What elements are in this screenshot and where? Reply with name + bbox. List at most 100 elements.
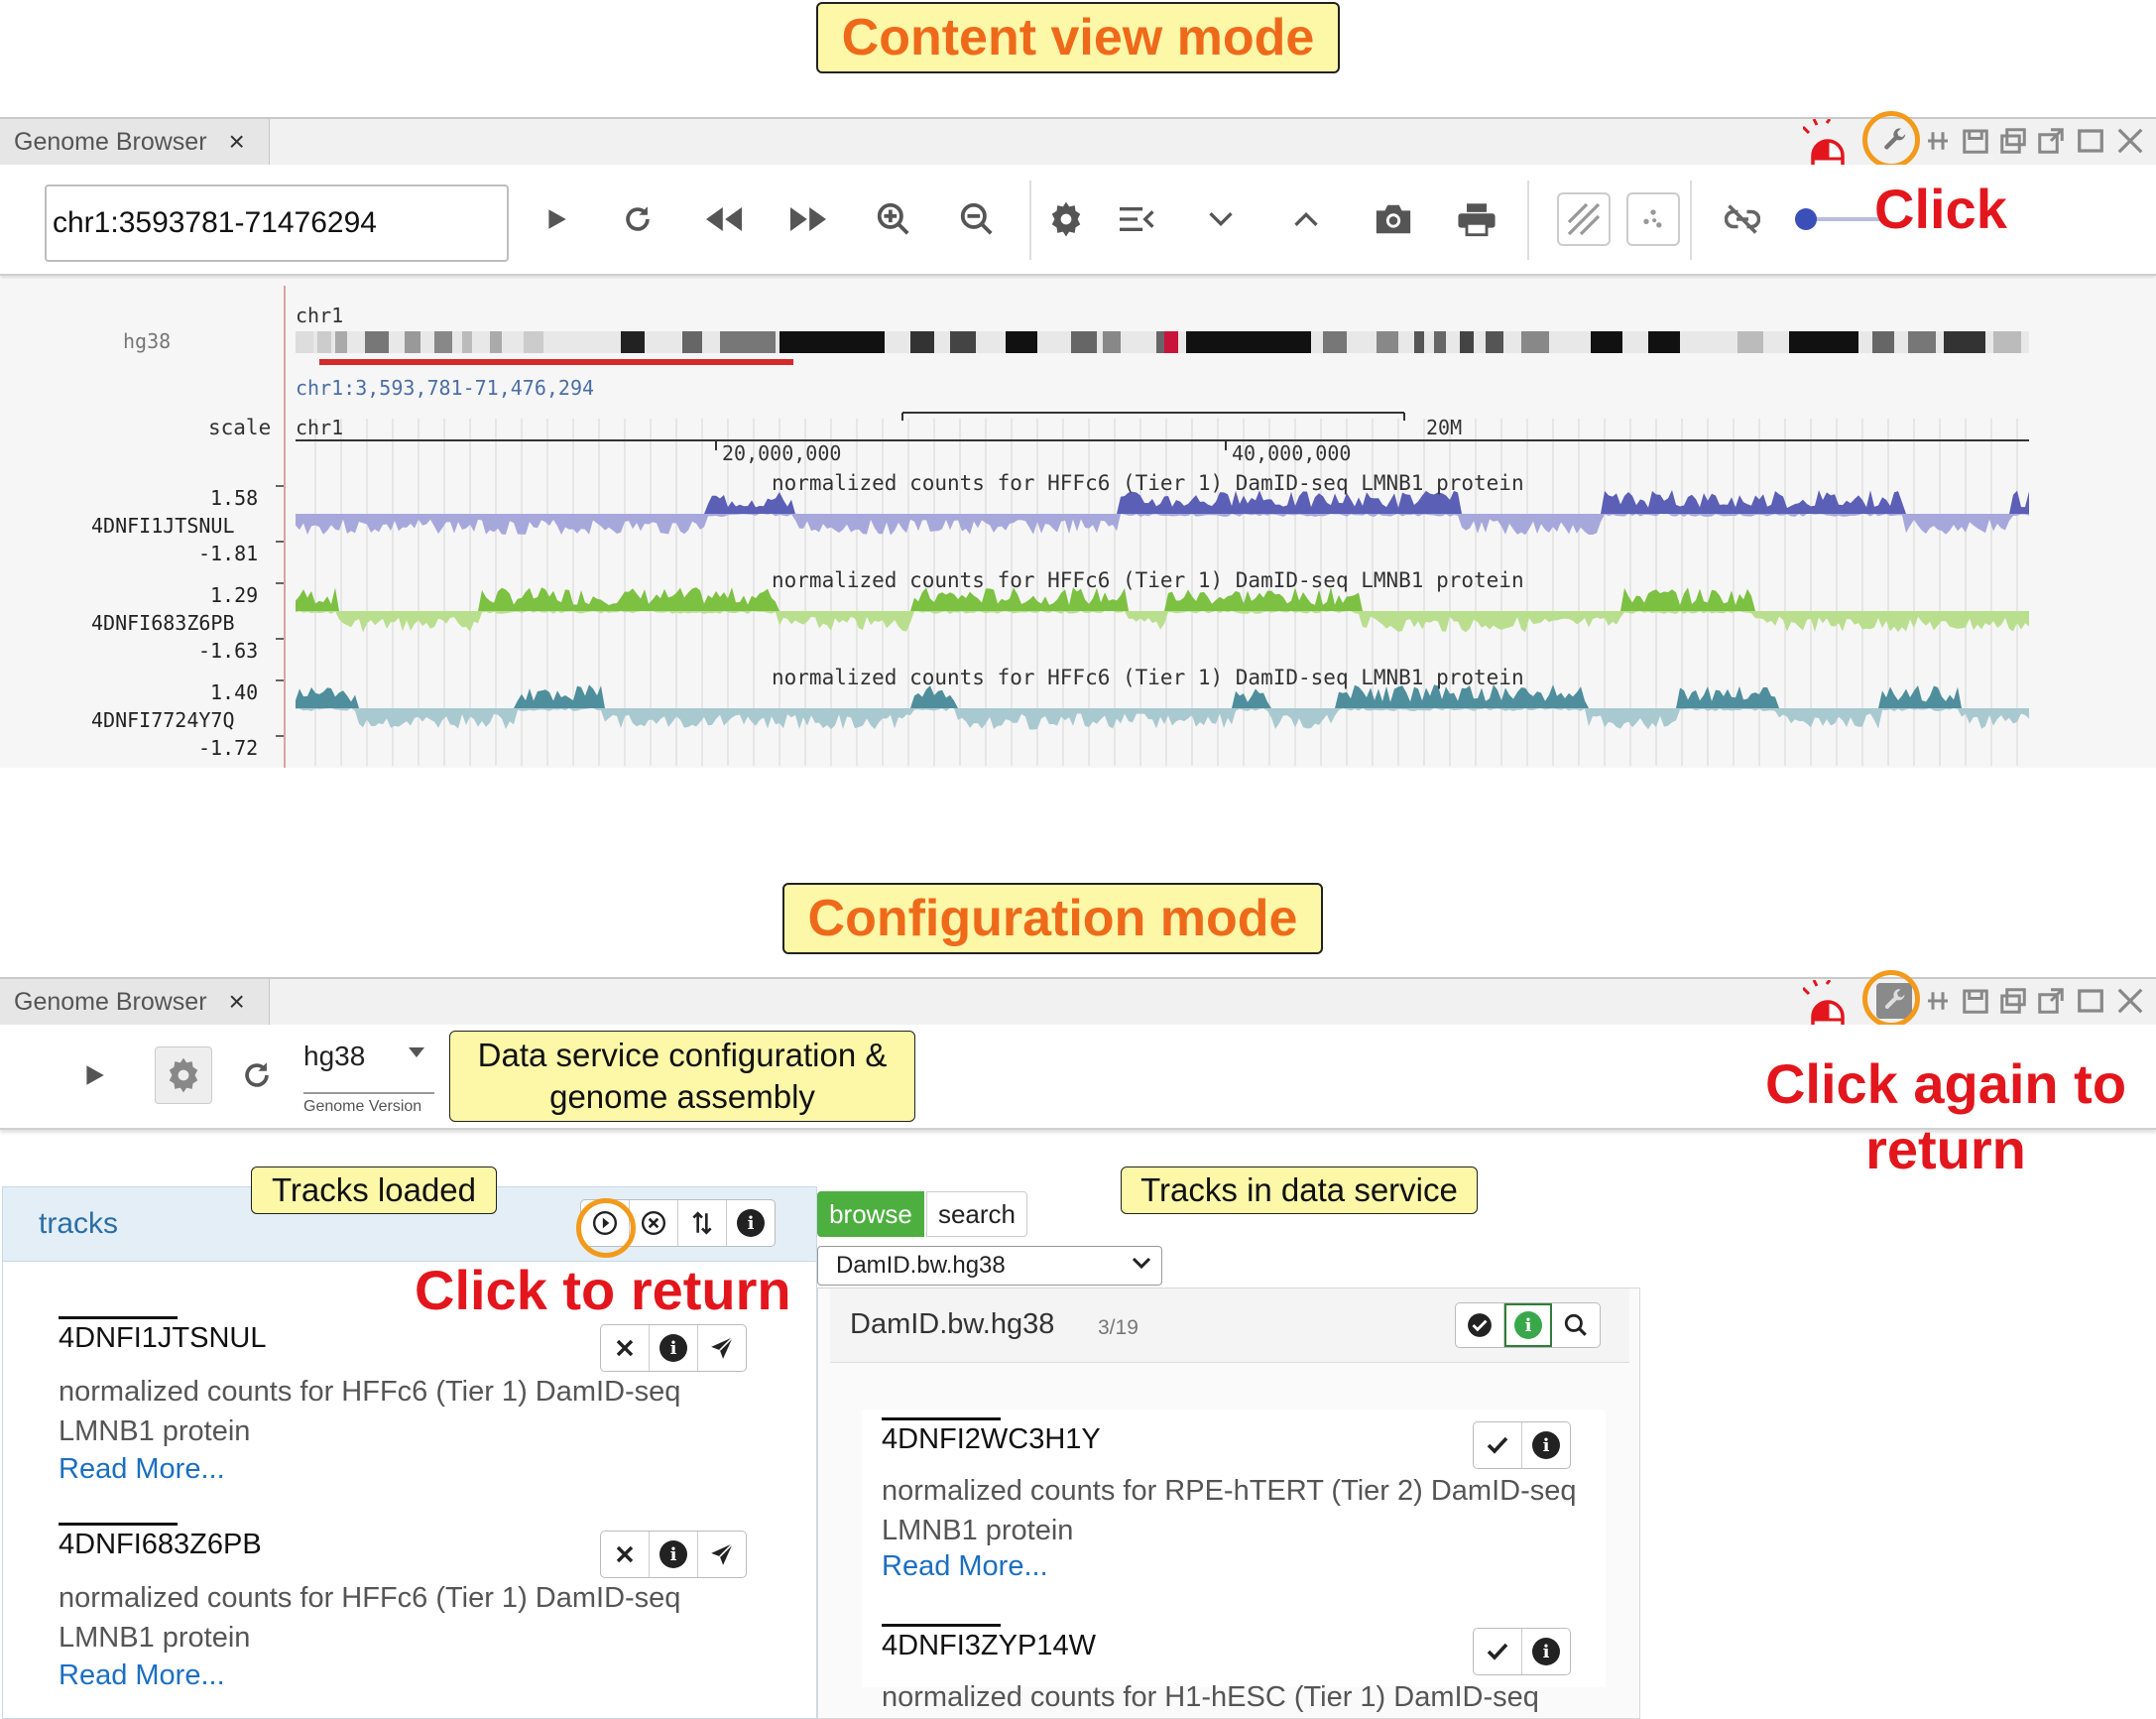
send-icon[interactable] xyxy=(698,1325,746,1371)
service-panel: DamID.bw.hg38 3/19 i 4DNFI2WC3H1Y i norm… xyxy=(817,1288,1640,1719)
toolbar-divider xyxy=(1029,181,1031,260)
check-icon[interactable] xyxy=(1474,1629,1522,1674)
ideogram-band xyxy=(621,331,645,353)
remove-all-icon[interactable] xyxy=(630,1200,678,1246)
track-menu-icon[interactable] xyxy=(1113,194,1162,244)
info-icon[interactable]: i xyxy=(1522,1422,1570,1468)
send-icon[interactable] xyxy=(698,1532,746,1577)
toggle-knob xyxy=(1795,208,1817,230)
track-min-label: -1.72 xyxy=(198,736,259,760)
close-window-icon[interactable] xyxy=(2112,123,2148,159)
tab-genome-browser[interactable]: Genome Browser × xyxy=(0,119,270,165)
location-input[interactable]: chr1:3593781-71476294 xyxy=(45,184,509,262)
info-icon[interactable]: i xyxy=(727,1200,775,1246)
track-card-buttons: i xyxy=(600,1324,747,1372)
rewind-icon[interactable] xyxy=(699,194,749,244)
gear-icon[interactable] xyxy=(155,1046,212,1104)
signal-negative xyxy=(296,514,2029,536)
fast-forward-icon[interactable] xyxy=(783,194,833,244)
click-annotation: Click xyxy=(1874,178,2007,240)
save-icon[interactable] xyxy=(1958,123,1993,159)
service-header-buttons: i xyxy=(1455,1302,1601,1348)
gear-icon[interactable] xyxy=(1041,194,1091,244)
browse-tab[interactable]: browse xyxy=(817,1191,924,1237)
track-title: normalized counts for HFFc6 (Tier 1) Dam… xyxy=(772,666,1524,689)
chevron-up-icon[interactable] xyxy=(1281,194,1331,244)
zoom-out-icon[interactable] xyxy=(952,194,1002,244)
play-icon[interactable] xyxy=(69,1050,119,1100)
read-more-link[interactable]: Read More... xyxy=(59,1659,225,1692)
ideogram-band xyxy=(1434,331,1446,353)
info-icon[interactable]: i xyxy=(1522,1629,1570,1674)
scale-bar-label: 20M xyxy=(1426,416,1463,439)
unlink-icon[interactable] xyxy=(1718,194,1767,244)
track-id-label: 4DNFI1JTSNUL xyxy=(91,514,235,538)
ideogram-band xyxy=(1591,331,1622,353)
ideogram-band xyxy=(1648,331,1680,353)
track-card-desc: normalized counts for HFFc6 (Tier 1) Dam… xyxy=(59,1582,681,1614)
refresh-icon[interactable] xyxy=(232,1050,282,1100)
duplicate-icon[interactable] xyxy=(1995,983,2031,1019)
chevron-down-icon xyxy=(1132,1257,1151,1276)
zoom-in-icon[interactable] xyxy=(869,194,918,244)
close-window-icon[interactable] xyxy=(2112,983,2148,1019)
service-card-title: 4DNFI2WC3H1Y xyxy=(882,1417,1101,1455)
ideogram-band xyxy=(1908,331,1936,353)
service-select[interactable]: DamID.bw.hg38 xyxy=(817,1246,1162,1286)
service-card-desc: normalized counts for H1-hESC (Tier 1) D… xyxy=(882,1681,1539,1713)
ideogram-band xyxy=(434,331,452,353)
info-icon[interactable]: i xyxy=(650,1325,698,1371)
search-tab[interactable]: search xyxy=(926,1191,1027,1237)
play-icon[interactable] xyxy=(532,194,581,244)
pin-icon[interactable] xyxy=(1920,123,1956,159)
genome-label: hg38 xyxy=(123,329,172,353)
popout-icon[interactable] xyxy=(2033,123,2069,159)
track-max-label: 1.40 xyxy=(210,680,259,704)
read-more-link[interactable]: Read More... xyxy=(882,1550,1048,1583)
tab-genome-browser[interactable]: Genome Browser × xyxy=(0,979,270,1025)
camera-icon[interactable] xyxy=(1369,194,1418,244)
service-card-title: 4DNFI3ZYP14W xyxy=(882,1624,1096,1661)
data-service-callout: Data service configuration & genome asse… xyxy=(449,1031,915,1122)
remove-icon[interactable] xyxy=(601,1325,650,1371)
pin-icon[interactable] xyxy=(1920,983,1956,1019)
tab-label: Genome Browser xyxy=(14,127,207,156)
click-to-return-annotation: Click to return xyxy=(415,1259,791,1321)
close-icon[interactable]: × xyxy=(229,126,245,158)
print-icon[interactable] xyxy=(1452,194,1501,244)
check-circle-icon[interactable] xyxy=(1456,1303,1504,1347)
scale-label: scale xyxy=(208,416,272,439)
genome-select-value: hg38 xyxy=(303,1041,366,1071)
ideogram-band xyxy=(910,331,934,353)
browser-tracks-svg xyxy=(276,286,2029,768)
read-more-link[interactable]: Read More... xyxy=(59,1453,225,1486)
sort-icon[interactable] xyxy=(678,1200,727,1246)
content-toolbar: chr1:3593781-71476294 xyxy=(0,165,2156,276)
ideogram-band xyxy=(1944,331,1985,353)
info-icon[interactable]: i xyxy=(650,1532,698,1577)
save-icon[interactable] xyxy=(1958,983,1993,1019)
ideogram-band xyxy=(1414,331,1424,353)
popout-icon[interactable] xyxy=(2033,983,2069,1019)
info-icon[interactable]: i xyxy=(1504,1303,1552,1347)
duplicate-icon[interactable] xyxy=(1995,123,2031,159)
track-max-label: 1.29 xyxy=(210,583,259,607)
toggle-slider[interactable] xyxy=(1795,208,1884,230)
browser-canvas-area: hg38 chr1 chr1:3,593,781-71,476,294 scal… xyxy=(0,280,2156,768)
genome-version-select[interactable]: hg38 Genome Version xyxy=(303,1037,434,1115)
remove-icon[interactable] xyxy=(601,1532,650,1577)
close-icon[interactable]: × xyxy=(229,986,245,1018)
scale-chrom-label: chr1 xyxy=(296,416,344,439)
search-icon[interactable] xyxy=(1552,1303,1600,1347)
scatter-dots-icon[interactable] xyxy=(1626,192,1680,246)
check-icon[interactable] xyxy=(1474,1422,1522,1468)
hatch-pattern-icon[interactable] xyxy=(1557,192,1611,246)
track-title: normalized counts for HFFc6 (Tier 1) Dam… xyxy=(772,471,1524,495)
ideogram-band xyxy=(720,331,776,353)
region-highlight xyxy=(319,359,793,365)
maximize-icon[interactable] xyxy=(2073,123,2108,159)
refresh-icon[interactable] xyxy=(613,194,662,244)
maximize-icon[interactable] xyxy=(2073,983,2108,1019)
ideogram-band xyxy=(1323,331,1347,353)
chevron-down-icon[interactable] xyxy=(1196,194,1246,244)
